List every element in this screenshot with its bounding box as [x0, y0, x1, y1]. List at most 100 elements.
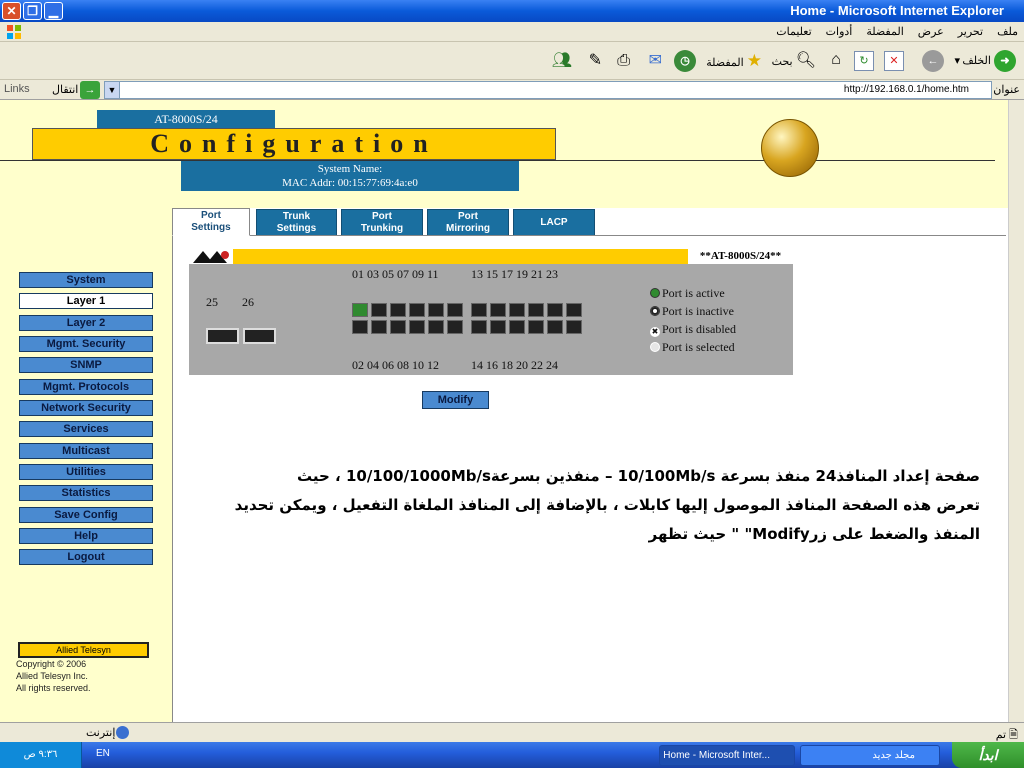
nav-multicast[interactable]: Multicast	[19, 443, 153, 459]
internet-zone-icon	[116, 726, 129, 739]
sfp-port-25[interactable]	[206, 328, 239, 344]
address-label: عنوان	[993, 84, 1020, 96]
tab-trunk-settings[interactable]: Trunk Settings	[256, 209, 337, 235]
history-button[interactable]: ◷	[674, 50, 696, 73]
port-03[interactable]	[371, 303, 387, 317]
menu-file[interactable]: ملف	[997, 25, 1018, 38]
port-08[interactable]	[409, 320, 425, 334]
print-button[interactable]: ⎙	[617, 50, 630, 72]
legend-inactive: Port is inactive	[650, 304, 734, 319]
stop-icon: ✕	[884, 51, 904, 72]
address-dropdown-icon[interactable]: ▼	[104, 81, 120, 99]
nav-logout[interactable]: Logout	[19, 549, 153, 565]
tab-port-mirroring[interactable]: Port Mirroring	[427, 209, 509, 235]
port-09[interactable]	[428, 303, 444, 317]
language-indicator[interactable]: EN	[96, 748, 110, 759]
maximize-window-button[interactable]: ❐	[23, 2, 42, 20]
back-button[interactable]: الخلف ➜	[962, 50, 1016, 73]
port-22[interactable]	[547, 320, 563, 334]
tab-port-settings[interactable]: Port Settings	[172, 208, 250, 236]
edit-button[interactable]: ✎	[589, 50, 602, 72]
legend-disabled-label: Port is disabled	[662, 322, 736, 336]
tab-port-trunking[interactable]: Port Trunking	[341, 209, 423, 235]
port-14[interactable]	[471, 320, 487, 334]
port-13[interactable]	[471, 303, 487, 317]
port-24[interactable]	[566, 320, 582, 334]
nav-help[interactable]: Help	[19, 528, 153, 544]
nav-system[interactable]: System	[19, 272, 153, 288]
system-info-box: System Name: MAC Addr: 00:15:77:69:4a:e0	[181, 161, 519, 191]
nav-statistics[interactable]: Statistics	[19, 485, 153, 501]
menu-view[interactable]: عرض	[918, 25, 944, 38]
port-17[interactable]	[509, 303, 525, 317]
port-04[interactable]	[371, 320, 387, 334]
port-18[interactable]	[509, 320, 525, 334]
description-line3: المنفذ والضغط على زرModify" " حيث تظهر	[648, 525, 980, 543]
nav-services[interactable]: Services	[19, 421, 153, 437]
search-button[interactable]: بحث 🔍︎	[772, 50, 816, 72]
modify-button[interactable]: Modify	[422, 391, 489, 409]
links-label[interactable]: Links	[4, 83, 30, 95]
port-20[interactable]	[528, 320, 544, 334]
menu-bar: ملف تحرير عرض المفضلة أدوات تعليمات	[0, 22, 1024, 42]
port-06[interactable]	[390, 320, 406, 334]
window-title: Home - Microsoft Internet Explorer	[790, 3, 1004, 18]
port-21[interactable]	[547, 303, 563, 317]
go-button[interactable]: →	[80, 81, 100, 99]
forward-button[interactable]: ←	[922, 50, 944, 73]
minimize-window-button[interactable]: ▁	[44, 2, 63, 20]
port-numbers-top-b: 13 15 17 19 21 23	[471, 267, 558, 281]
port-numbers-top-a: 01 03 05 07 09 11	[352, 267, 439, 281]
address-input[interactable]: http://192.168.0.1/home.htm	[104, 81, 992, 99]
taskbar-item-ie[interactable]: Home - Microsoft Inter...	[659, 745, 795, 766]
menu-favorites[interactable]: المفضلة	[866, 25, 903, 38]
menu-tools[interactable]: أدوات	[826, 25, 853, 38]
go-label[interactable]: انتقال	[52, 83, 78, 96]
port-07[interactable]	[409, 303, 425, 317]
favorites-button[interactable]: المفضلة ★	[706, 50, 762, 72]
system-name-label: System Name:	[317, 163, 383, 175]
nav-network-security[interactable]: Network Security	[19, 400, 153, 416]
port-11[interactable]	[447, 303, 463, 317]
nav-mgmt-protocols[interactable]: Mgmt. Protocols	[19, 379, 153, 395]
favorites-label: المفضلة	[706, 57, 744, 69]
copyright-line2: Allied Telesyn Inc.	[16, 671, 88, 681]
nav-layer-2[interactable]: Layer 2	[19, 315, 153, 331]
port-16[interactable]	[490, 320, 506, 334]
nav-utilities[interactable]: Utilities	[19, 464, 153, 480]
nav-save-config[interactable]: Save Config	[19, 507, 153, 523]
messenger-button[interactable]: 👥︎	[552, 50, 572, 72]
refresh-button[interactable]: ↻	[854, 50, 874, 72]
menu-edit[interactable]: تحرير	[958, 25, 983, 38]
tab-lacp[interactable]: LACP	[513, 209, 595, 235]
back-arrow-icon: ➜	[994, 50, 1016, 73]
port-02[interactable]	[352, 320, 368, 334]
menu-help[interactable]: تعليمات	[776, 25, 811, 38]
close-window-button[interactable]: ✕	[2, 2, 21, 20]
port-12[interactable]	[447, 320, 463, 334]
start-button[interactable]: ابدأ	[952, 742, 1024, 768]
port-19[interactable]	[528, 303, 544, 317]
mail-button[interactable]: ✉	[649, 50, 662, 72]
nav-layer-1[interactable]: Layer 1	[19, 293, 153, 309]
nav-mgmt-security[interactable]: Mgmt. Security	[19, 336, 153, 352]
port-01[interactable]	[352, 303, 368, 317]
home-button[interactable]: ⌂	[826, 50, 846, 72]
port-15[interactable]	[490, 303, 506, 317]
port-10[interactable]	[428, 320, 444, 334]
port-05[interactable]	[390, 303, 406, 317]
vertical-scrollbar[interactable]	[1008, 100, 1024, 722]
tab-label-line1: LACP	[540, 217, 568, 228]
sfp-port-26[interactable]	[243, 328, 276, 344]
page-done-icon: 🗎	[1009, 729, 1018, 741]
port-23[interactable]	[566, 303, 582, 317]
back-dropdown-icon[interactable]: ▾	[954, 50, 960, 72]
history-icon: ◷	[674, 50, 696, 73]
device-model-label: AT-8000S/24	[97, 110, 275, 128]
nav-snmp[interactable]: SNMP	[19, 357, 153, 373]
stop-button[interactable]: ✕	[884, 50, 904, 72]
toolbar: الخلف ➜ ▾ ← ✕ ↻ ⌂ بحث 🔍︎ المفضلة ★ ◷ ✉ ⎙…	[0, 42, 1024, 80]
taskbar-item-folder[interactable]: مجلد جديد	[800, 745, 940, 766]
mac-address-label: MAC Addr: 00:15:77:69:4a:e0	[282, 177, 418, 189]
system-tray-clock[interactable]: ٩:٣٦ ص	[0, 742, 82, 768]
